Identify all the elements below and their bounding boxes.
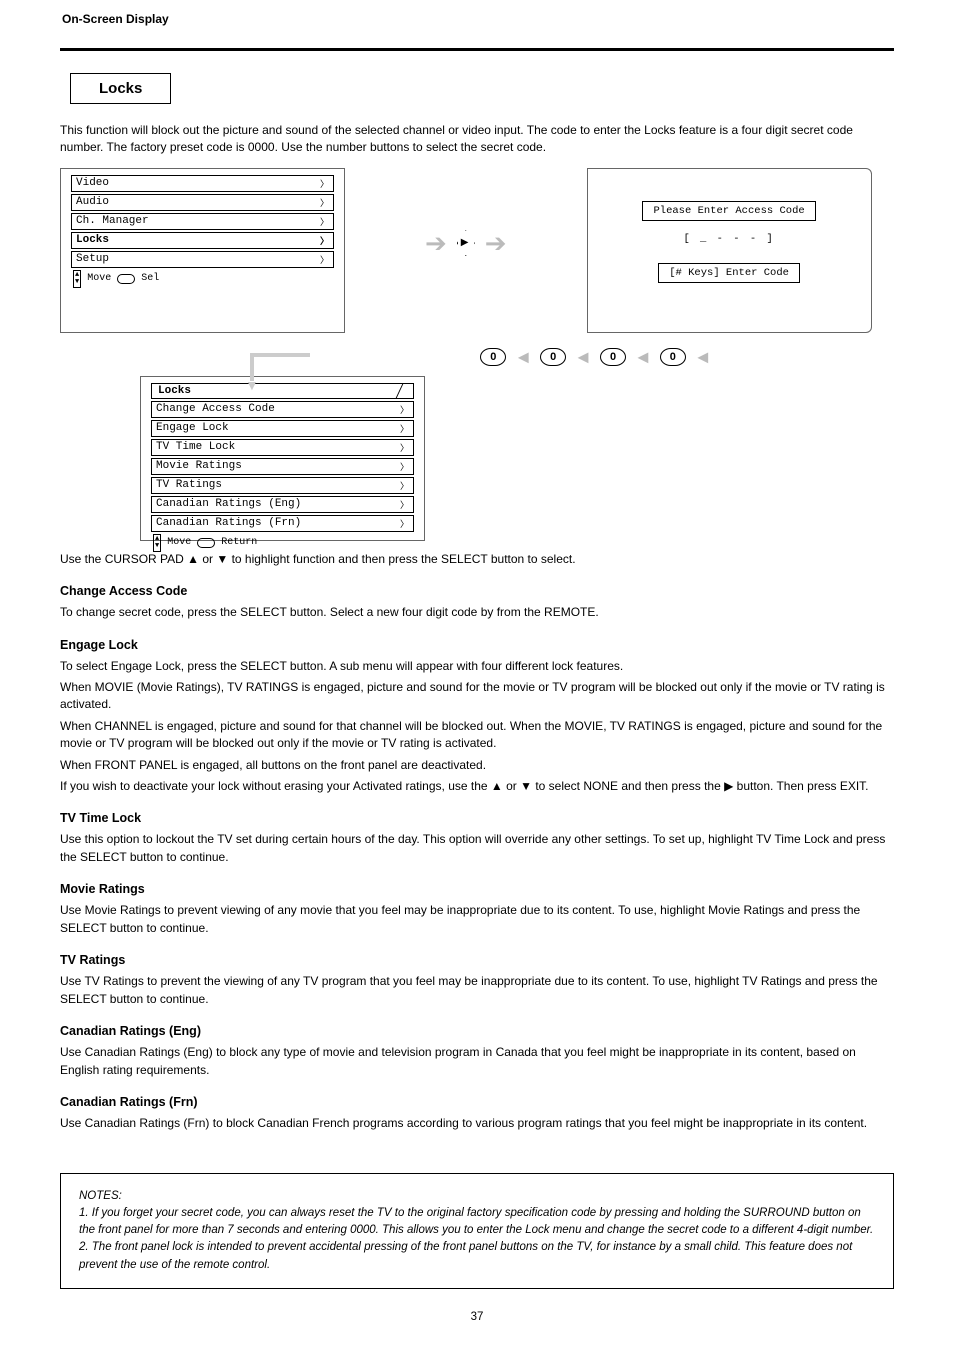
updown-icon: ▲▼ — [153, 534, 161, 552]
instruction-after-menu: Use the CURSOR PAD ▲ or ▼ to highlight f… — [60, 551, 894, 568]
section-tab-locks: Locks — [70, 73, 171, 104]
heading-can-eng: Canadian Ratings (Eng) — [60, 1022, 894, 1040]
arrow-left-icon: ◄ — [574, 347, 592, 368]
menu-item-video[interactable]: Video〉 — [71, 175, 334, 192]
text-engage-5: If you wish to deactivate your lock with… — [60, 778, 894, 795]
updown-icon: ▲▼ — [73, 270, 81, 288]
locks-item-can-eng[interactable]: Canadian Ratings (Eng)〉 — [151, 496, 414, 513]
locks-item-tv-ratings[interactable]: TV Ratings〉 — [151, 477, 414, 494]
intro-text: This function will block out the picture… — [60, 122, 894, 156]
arrow-left-icon: ◄ — [694, 347, 712, 368]
chevron-right-icon: 〉 — [320, 177, 329, 190]
text-engage-1: To select Engage Lock, press the SELECT … — [60, 658, 894, 675]
heading-tv-ratings: TV Ratings — [60, 951, 894, 969]
locks-item-change-code[interactable]: Change Access Code〉 — [151, 401, 414, 418]
digit-zero-button[interactable]: 0 — [540, 348, 566, 366]
text-engage-3: When CHANNEL is engaged, picture and sou… — [60, 718, 894, 753]
note-2: 2. The front panel lock is intended to p… — [79, 1239, 875, 1274]
locks-menu-header: Locks — [151, 383, 414, 399]
select-oval-icon — [197, 538, 215, 548]
chevron-right-icon: 〉 — [400, 517, 409, 530]
locks-item-tv-time[interactable]: TV Time Lock〉 — [151, 439, 414, 456]
zero-entry-flow: 0 ◄ 0 ◄ 0 ◄ 0 ◄ — [60, 347, 894, 368]
screen-main-menu: Video〉 Audio〉 Ch. Manager〉 Locks〉 Setup〉… — [60, 168, 345, 333]
note-1: 1. If you forget your secret code, you c… — [79, 1205, 875, 1240]
flow-arrows-right: ➔ ➔ — [425, 228, 507, 259]
menu-item-audio[interactable]: Audio〉 — [71, 194, 334, 211]
screen-access-code: Please Enter Access Code [ _ - - - ] [# … — [587, 168, 872, 333]
text-tv-time: Use this option to lockout the TV set du… — [60, 831, 894, 866]
menu-item-setup[interactable]: Setup〉 — [71, 251, 334, 268]
text-can-frn: Use Canadian Ratings (Frn) to block Cana… — [60, 1115, 894, 1132]
page-header-title: On-Screen Display — [62, 12, 169, 26]
chevron-right-icon: 〉 — [400, 479, 409, 492]
text-engage-2: When MOVIE (Movie Ratings), TV RATINGS i… — [60, 679, 894, 714]
notes-box: NOTES: 1. If you forget your secret code… — [60, 1173, 894, 1289]
screen-locks-menu: Locks Change Access Code〉 Engage Lock〉 T… — [140, 376, 425, 541]
arrow-right-icon: ➔ — [425, 228, 447, 259]
top-divider — [60, 48, 894, 51]
heading-can-frn: Canadian Ratings (Frn) — [60, 1093, 894, 1111]
access-code-hint: [# Keys] Enter Code — [658, 263, 800, 283]
select-oval-icon — [117, 274, 135, 284]
arrow-left-icon: ◄ — [514, 347, 532, 368]
digit-zero-button[interactable]: 0 — [660, 348, 686, 366]
text-engage-4: When FRONT PANEL is engaged, all buttons… — [60, 757, 894, 774]
chevron-right-icon: 〉 — [320, 215, 329, 228]
text-movie: Use Movie Ratings to prevent viewing of … — [60, 902, 894, 937]
chevron-right-icon: 〉 — [400, 441, 409, 454]
digit-zero-button[interactable]: 0 — [600, 348, 626, 366]
chevron-right-icon: 〉 — [320, 253, 329, 266]
chevron-right-icon: 〉 — [400, 498, 409, 511]
text-change-code: To change secret code, press the SELECT … — [60, 604, 894, 621]
chevron-right-icon: 〉 — [400, 460, 409, 473]
menu-item-locks[interactable]: Locks〉 — [71, 232, 334, 249]
access-code-display: [ _ - - - ] — [592, 233, 867, 245]
cursor-pad-icon — [457, 230, 475, 256]
arrow-left-icon: ◄ — [634, 347, 652, 368]
heading-movie: Movie Ratings — [60, 880, 894, 898]
chevron-right-icon: 〉 — [320, 234, 329, 247]
main-menu-hint: ▲▼ Move Sel — [73, 270, 332, 288]
locks-item-engage[interactable]: Engage Lock〉 — [151, 420, 414, 437]
locks-item-can-frn[interactable]: Canadian Ratings (Frn)〉 — [151, 515, 414, 532]
chevron-right-icon: 〉 — [400, 422, 409, 435]
text-tv-ratings: Use TV Ratings to prevent the viewing of… — [60, 973, 894, 1008]
digit-zero-button[interactable]: 0 — [480, 348, 506, 366]
chevron-right-icon: 〉 — [320, 196, 329, 209]
chevron-right-icon: 〉 — [400, 403, 409, 416]
heading-change-code: Change Access Code — [60, 582, 894, 600]
text-can-eng: Use Canadian Ratings (Eng) to block any … — [60, 1044, 894, 1079]
page-number: 37 — [60, 1311, 894, 1323]
access-code-title: Please Enter Access Code — [642, 201, 815, 221]
heading-engage: Engage Lock — [60, 636, 894, 654]
locks-menu-hint: ▲▼ Move Return — [153, 534, 412, 552]
heading-tv-time: TV Time Lock — [60, 809, 894, 827]
menu-item-ch-manager[interactable]: Ch. Manager〉 — [71, 213, 334, 230]
arrow-right-icon: ➔ — [485, 228, 507, 259]
locks-item-movie[interactable]: Movie Ratings〉 — [151, 458, 414, 475]
flow-corner-icon — [250, 353, 310, 381]
